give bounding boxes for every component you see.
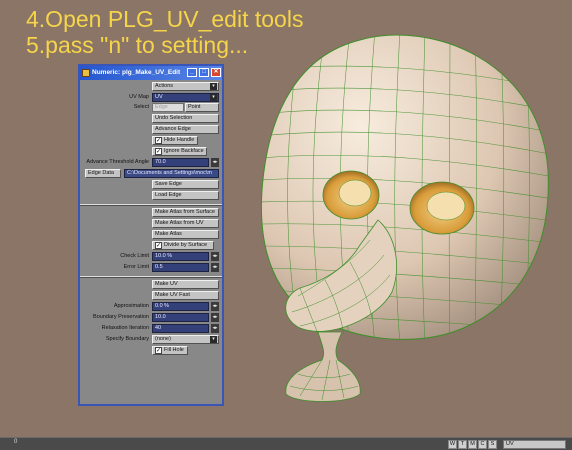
hide-handle-label: Hide Handle <box>164 137 195 143</box>
check-limit-row: Check Limit 10.0 % ◂▸ <box>80 252 222 261</box>
check-limit-input[interactable]: 10.0 % <box>152 252 209 261</box>
threshold-input[interactable]: 70.0 <box>152 158 209 167</box>
spinner-icon[interactable]: ◂▸ <box>211 158 219 167</box>
spinner-icon[interactable]: ◂▸ <box>211 252 219 261</box>
make-atlas-button[interactable]: Make Atlas <box>152 230 219 239</box>
chevron-down-icon: ▾ <box>210 336 217 343</box>
relaxation-iteration-row: Relaxation Iteration 40 ◂▸ <box>80 324 222 333</box>
specify-boundary-row: Specify Boundary (none) ▾ <box>80 335 222 344</box>
weight-map-button[interactable]: W <box>448 440 457 449</box>
numeric-window[interactable]: Numeric: plg_Make_UV_Edit _ □ ✕ Actions ▾… <box>78 64 224 406</box>
error-limit-label: Error Limit <box>123 264 149 270</box>
threshold-label: Advance Threshold Angle <box>86 159 149 165</box>
app-icon <box>82 69 90 77</box>
spinner-icon[interactable]: ◂▸ <box>211 313 219 322</box>
spinner-icon[interactable]: ◂▸ <box>211 324 219 333</box>
close-icon[interactable]: ✕ <box>211 68 221 77</box>
checkmark-icon: ✓ <box>155 242 162 249</box>
select-point-option[interactable]: Point <box>185 103 219 112</box>
divide-by-surface-label: Divide by Surface <box>164 242 208 248</box>
hide-handle-checkbox[interactable]: ✓ Hide Handle <box>152 136 198 145</box>
uv-map-value: UV <box>155 94 163 100</box>
spinner-icon[interactable]: ◂▸ <box>211 302 219 311</box>
edge-data-button[interactable]: Edge Data <box>85 169 121 178</box>
selection-set-button[interactable]: S <box>488 440 497 449</box>
fill-hole-checkbox[interactable]: ✓ Fill Hole <box>152 346 188 355</box>
actions-dropdown[interactable]: Actions ▾ <box>152 82 219 91</box>
chevron-down-icon: ▾ <box>210 94 217 101</box>
advance-edge-button[interactable]: Advance Edge <box>152 125 219 134</box>
make-uv-button[interactable]: Make UV <box>152 280 219 289</box>
boundary-preservation-row: Boundary Preservation 10.0 ◂▸ <box>80 313 222 322</box>
select-edge-option[interactable]: Edge <box>152 103 184 112</box>
window-titlebar[interactable]: Numeric: plg_Make_UV_Edit _ □ ✕ <box>80 66 222 80</box>
relaxation-iteration-label: Relaxation Iteration <box>101 325 149 331</box>
approximation-label: Approximation <box>113 303 149 309</box>
make-atlas-from-uv-button[interactable]: Make Atlas from UV <box>152 219 219 228</box>
specify-boundary-label: Specify Boundary <box>105 336 149 342</box>
checkmark-icon: ✓ <box>155 137 162 144</box>
divider <box>80 204 222 206</box>
make-uv-fast-button[interactable]: Make UV Fast <box>152 291 219 300</box>
head-model-mesh <box>260 34 549 402</box>
error-limit-input[interactable]: 0.5 <box>152 263 209 272</box>
select-row: Select Edge Point <box>80 103 222 112</box>
frame-number: 0 <box>14 439 18 445</box>
actions-label: Actions <box>155 83 174 89</box>
ignore-backface-label: Ignore Backface <box>164 148 204 154</box>
error-limit-row: Error Limit 0.5 ◂▸ <box>80 263 222 272</box>
edge-data-path[interactable]: C:\Documents and Settings\moc\m <box>124 169 219 178</box>
check-limit-label: Check Limit <box>120 253 149 259</box>
make-atlas-from-surface-button[interactable]: Make Atlas from Surface <box>152 208 219 217</box>
load-edge-button[interactable]: Load Edge <box>152 191 219 200</box>
timeline-status-bar: 0 W T M C S UV <box>0 437 572 450</box>
edge-data-row: Edge Data C:\Documents and Settings\moc\… <box>80 169 222 178</box>
uv-map-label: UV Map <box>129 94 149 100</box>
vertex-map-value: UV <box>506 441 514 447</box>
chevron-down-icon: ▾ <box>210 83 217 90</box>
select-label: Select <box>133 104 149 110</box>
color-map-button[interactable]: C <box>478 440 487 449</box>
fill-hole-label: Fill Hole <box>164 347 184 353</box>
uv-map-row: UV Map UV ▾ <box>80 93 222 102</box>
threshold-row: Advance Threshold Angle 70.0 ◂▸ <box>80 158 222 167</box>
specify-boundary-value: (none) <box>155 336 171 342</box>
window-title: Numeric: plg_Make_UV_Edit <box>92 69 181 76</box>
minimize-icon[interactable]: _ <box>187 68 197 77</box>
approximation-row: Approximation 0.0 % ◂▸ <box>80 302 222 311</box>
maximize-icon[interactable]: □ <box>199 68 209 77</box>
checkmark-icon: ✓ <box>155 347 162 354</box>
undo-selection-button[interactable]: Undo Selection <box>152 114 219 123</box>
morph-map-button[interactable]: M <box>468 440 477 449</box>
boundary-preservation-input[interactable]: 10.0 <box>152 313 209 322</box>
ignore-backface-checkbox[interactable]: ✓ Ignore Backface <box>152 147 207 156</box>
spinner-icon[interactable]: ◂▸ <box>211 263 219 272</box>
relaxation-iteration-input[interactable]: 40 <box>152 324 209 333</box>
specify-boundary-select[interactable]: (none) ▾ <box>152 335 219 344</box>
vertex-map-dropdown[interactable]: UV <box>503 440 566 449</box>
divider <box>80 276 222 278</box>
checkmark-icon: ✓ <box>155 148 162 155</box>
boundary-preservation-label: Boundary Preservation <box>93 314 149 320</box>
uv-map-select[interactable]: UV ▾ <box>152 93 219 102</box>
texture-map-button[interactable]: T <box>458 440 467 449</box>
divide-by-surface-checkbox[interactable]: ✓ Divide by Surface <box>152 241 214 250</box>
approximation-input[interactable]: 0.0 % <box>152 302 209 311</box>
save-edge-button[interactable]: Save Edge <box>152 180 219 189</box>
tutorial-caption-step5: 5.pass "n" to setting... <box>26 32 249 58</box>
